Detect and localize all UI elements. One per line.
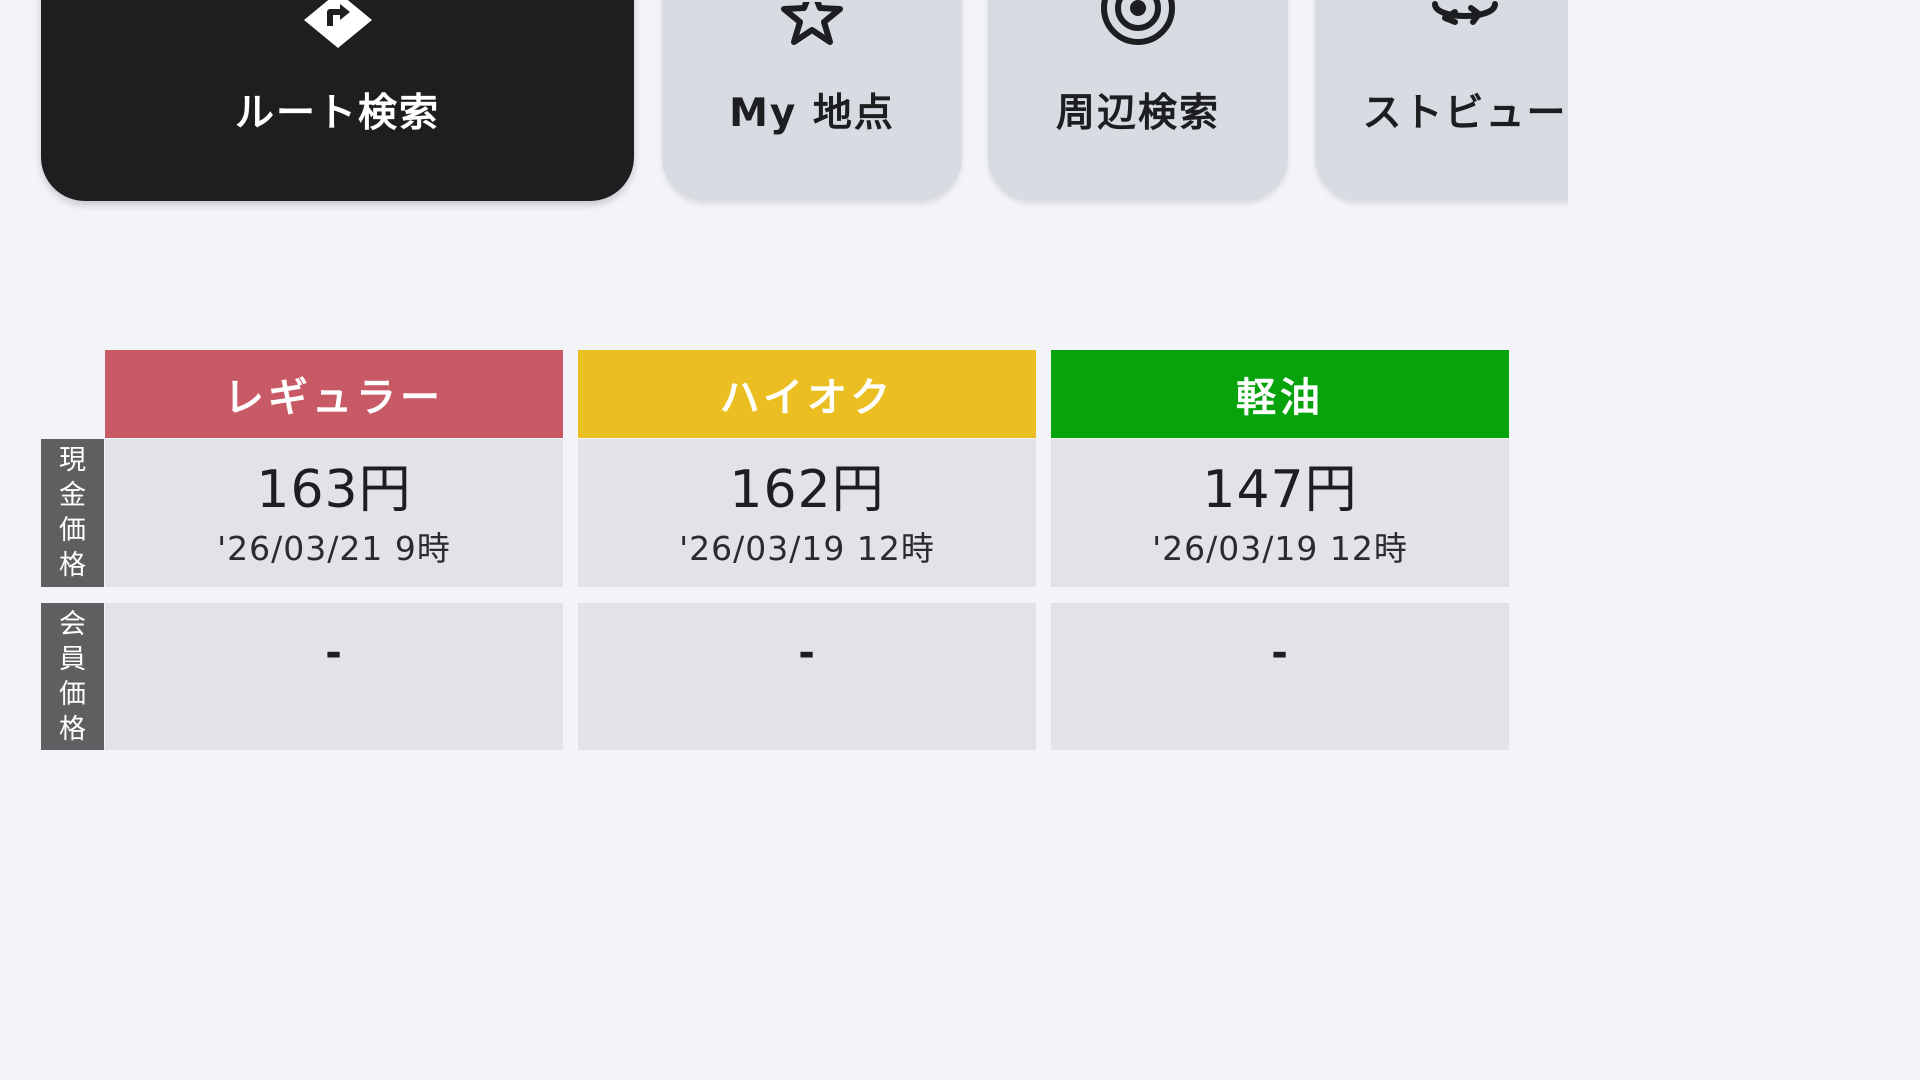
cash-price-regular-cell: 163円 '26/03/21 9時	[105, 439, 563, 587]
cash-price-diesel-date: '26/03/19 12時	[1152, 529, 1408, 568]
row-label-char: 現	[59, 445, 86, 476]
row-label-char: 会	[59, 608, 86, 640]
header-regular-label: レギュラー	[224, 375, 444, 421]
cash-price-high-octane: 162円	[729, 460, 885, 520]
member-price-diesel: -	[1271, 630, 1289, 676]
row-label-char: 価	[59, 515, 86, 546]
member-price-regular: -	[325, 630, 343, 676]
cash-price-high-octane-cell: 162円 '26/03/19 12時	[578, 439, 1036, 587]
cash-price-regular-date: '26/03/21 9時	[217, 529, 451, 568]
gas-station-detail-screen: ルート検索 My 地点 周辺検索 ストビュー レギュラー ハイオク 軽油 現 金…	[0, 0, 1568, 882]
nearby-search-button[interactable]: 周辺検索	[988, 0, 1288, 201]
star-icon	[772, 0, 852, 48]
route-search-button[interactable]: ルート検索	[41, 0, 634, 201]
street-view-label: ストビュー	[1362, 91, 1568, 136]
street-view-rotate-icon	[1425, 0, 1505, 48]
row-label-char: 格	[59, 550, 86, 581]
row-label-char: 価	[59, 678, 86, 710]
header-diesel-label: 軽油	[1236, 375, 1324, 421]
member-price-diesel-cell: -	[1051, 603, 1509, 750]
my-places-label: My 地点	[729, 91, 895, 136]
header-regular: レギュラー	[105, 350, 563, 438]
member-price-row-label: 会 員 価 格	[41, 603, 104, 750]
cash-price-row-label: 現 金 価 格	[41, 439, 104, 587]
cash-price-diesel-cell: 147円 '26/03/19 12時	[1051, 439, 1509, 587]
member-price-regular-cell: -	[105, 603, 563, 750]
nearby-target-icon	[1098, 0, 1178, 48]
member-price-high-octane-cell: -	[578, 603, 1036, 750]
nearby-search-label: 周辺検索	[1055, 91, 1220, 136]
member-price-high-octane: -	[798, 630, 816, 676]
cash-price-diesel: 147円	[1202, 460, 1358, 520]
row-label-char: 員	[59, 643, 86, 675]
cash-price-regular: 163円	[256, 460, 412, 520]
cash-price-high-octane-date: '26/03/19 12時	[679, 529, 935, 568]
my-places-button[interactable]: My 地点	[662, 0, 962, 201]
header-high-octane: ハイオク	[578, 350, 1036, 438]
header-diesel: 軽油	[1051, 350, 1509, 438]
street-view-button[interactable]: ストビュー	[1315, 0, 1568, 201]
row-label-char: 格	[59, 713, 86, 745]
header-high-octane-label: ハイオク	[719, 375, 895, 421]
row-label-char: 金	[59, 480, 86, 511]
route-diamond-icon	[298, 0, 378, 48]
route-search-label: ルート検索	[234, 91, 440, 136]
